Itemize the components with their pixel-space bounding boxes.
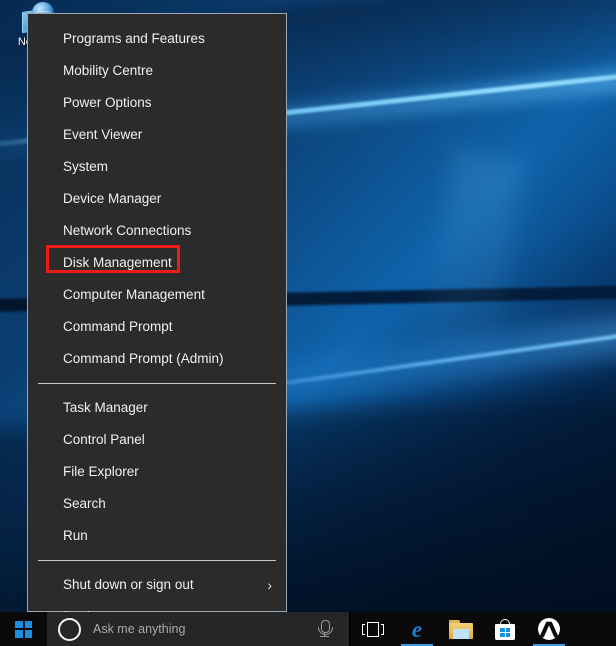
menu-item-file-explorer[interactable]: File Explorer	[28, 456, 286, 488]
menu-item-search[interactable]: Search	[28, 488, 286, 520]
menu-separator-1	[38, 383, 276, 384]
menu-item-label: System	[63, 159, 108, 174]
menu-item-disk-management[interactable]: Disk Management	[28, 247, 286, 279]
menu-item-label: Command Prompt	[63, 319, 173, 334]
menu-separator-2	[38, 560, 276, 561]
menu-item-label: Control Panel	[63, 432, 145, 447]
menu-item-label: File Explorer	[63, 464, 139, 479]
task-view-icon	[362, 622, 384, 637]
edge-button[interactable]: e	[395, 612, 439, 646]
file-explorer-button[interactable]	[439, 612, 483, 646]
store-button[interactable]	[483, 612, 527, 646]
search-input[interactable]: Ask me anything	[47, 612, 349, 646]
menu-item-run[interactable]: Run	[28, 520, 286, 552]
menu-item-network-connections[interactable]: Network Connections	[28, 215, 286, 247]
windows-logo-icon	[15, 621, 32, 638]
menu-item-label: Mobility Centre	[63, 63, 153, 78]
menu-item-command-prompt[interactable]: Command Prompt	[28, 311, 286, 343]
screen: Network Programs and Features Mobility C…	[0, 0, 616, 646]
menu-item-label: Network Connections	[63, 223, 191, 238]
menu-item-label: Search	[63, 496, 106, 511]
menu-item-command-prompt-admin[interactable]: Command Prompt (Admin)	[28, 343, 286, 375]
store-bag-icon	[495, 619, 515, 640]
microphone-icon[interactable]	[314, 619, 336, 639]
start-button[interactable]	[0, 612, 47, 646]
menu-item-label: Programs and Features	[63, 31, 205, 46]
menu-item-task-manager[interactable]: Task Manager	[28, 392, 286, 424]
folder-icon	[449, 620, 473, 639]
chevron-right-icon: ›	[267, 569, 272, 601]
menu-item-label: Shut down or sign out	[63, 577, 194, 592]
menu-group-system-tools: Programs and Features Mobility Centre Po…	[28, 23, 286, 375]
menu-item-control-panel[interactable]: Control Panel	[28, 424, 286, 456]
menu-item-programs-and-features[interactable]: Programs and Features	[28, 23, 286, 55]
menu-item-label: Run	[63, 528, 88, 543]
menu-item-computer-management[interactable]: Computer Management	[28, 279, 286, 311]
task-view-button[interactable]	[351, 612, 395, 646]
menu-item-label: Task Manager	[63, 400, 148, 415]
menu-item-event-viewer[interactable]: Event Viewer	[28, 119, 286, 151]
menu-item-label: Power Options	[63, 95, 152, 110]
search-placeholder: Ask me anything	[93, 622, 314, 636]
winx-context-menu[interactable]: Programs and Features Mobility Centre Po…	[27, 13, 287, 612]
xbox-button[interactable]	[527, 612, 571, 646]
menu-group-shell-tools: Task Manager Control Panel File Explorer…	[28, 392, 286, 552]
menu-item-label: Command Prompt (Admin)	[63, 351, 224, 366]
menu-item-label: Computer Management	[63, 287, 205, 302]
menu-item-label: Device Manager	[63, 191, 161, 206]
edge-icon: e	[412, 618, 422, 641]
menu-item-label: Event Viewer	[63, 127, 142, 142]
menu-item-device-manager[interactable]: Device Manager	[28, 183, 286, 215]
menu-item-power-options[interactable]: Power Options	[28, 87, 286, 119]
cortana-circle-icon	[58, 618, 81, 641]
menu-item-label: Disk Management	[63, 255, 172, 270]
taskbar: Ask me anything e	[0, 612, 616, 646]
menu-item-system[interactable]: System	[28, 151, 286, 183]
menu-item-shut-down-or-sign-out[interactable]: Shut down or sign out ›	[28, 569, 286, 601]
menu-item-mobility-centre[interactable]: Mobility Centre	[28, 55, 286, 87]
xbox-icon	[538, 618, 560, 640]
